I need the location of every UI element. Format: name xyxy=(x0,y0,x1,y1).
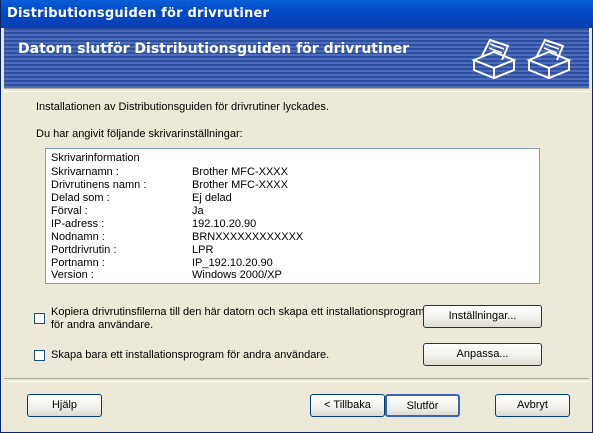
wizard-banner: Datorn slutför Distributionsguiden för d… xyxy=(4,28,589,88)
info-label: Förval : xyxy=(51,205,88,217)
customize-button[interactable]: Anpassa... xyxy=(423,343,542,366)
info-row: Nodnamn : BRNXXXXXXXXXXXX xyxy=(51,231,531,243)
copy-drivers-label-line2: för andra användare. xyxy=(51,319,154,331)
info-label: Nodnamn : xyxy=(51,231,105,243)
copy-drivers-label[interactable]: Kopiera drivrutinsfilerna till den här d… xyxy=(51,306,425,332)
banner-icons xyxy=(468,32,575,87)
info-label: Drivrutinens namn : xyxy=(51,179,147,191)
info-label: Skrivarnamn : xyxy=(51,166,119,178)
settings-intro: Du har angivit följande skrivarinställni… xyxy=(36,128,243,140)
info-value: Ja xyxy=(192,205,204,217)
copy-drivers-label-line1: Kopiera drivrutinsfilerna till den här d… xyxy=(51,306,425,318)
info-value: LPR xyxy=(192,244,214,256)
info-value: Windows 2000/XP xyxy=(192,269,282,281)
info-row: Delad som : Ej delad xyxy=(51,192,531,204)
info-row: Skrivarnamn : Brother MFC-XXXX xyxy=(51,166,531,178)
printer-icon xyxy=(471,38,517,80)
printer-icon xyxy=(526,38,572,80)
info-value: 192.10.20.90 xyxy=(192,218,257,230)
info-label: Portdrivrutin : xyxy=(51,244,117,256)
window-title: Distributionsguiden för drivrutiner xyxy=(7,6,270,21)
printer-info-header: Skrivarinformation xyxy=(51,152,140,164)
help-button[interactable]: Hjälp xyxy=(27,394,102,417)
info-value: Brother MFC-XXXX xyxy=(192,179,288,191)
info-row: Portnamn : IP_192.10.20.90 xyxy=(51,257,531,269)
info-row: Version : Windows 2000/XP xyxy=(51,269,531,281)
info-label: Portnamn : xyxy=(51,257,105,269)
wizard-window: Distributionsguiden för drivrutiner Dato… xyxy=(0,0,593,433)
create-only-label[interactable]: Skapa bara ett installationsprogram för … xyxy=(51,349,329,362)
copy-drivers-checkbox[interactable] xyxy=(34,313,45,324)
info-value: BRNXXXXXXXXXXXX xyxy=(192,231,304,243)
info-value: Brother MFC-XXXX xyxy=(192,166,288,178)
banner-divider xyxy=(4,88,589,92)
printer-info-box: Skrivarinformation Skrivarnamn : Brother … xyxy=(45,148,540,284)
info-value: IP_192.10.20.90 xyxy=(192,257,273,269)
info-row: Förval : Ja xyxy=(51,205,531,217)
success-message: Installationen av Distributionsguiden fö… xyxy=(36,101,329,113)
info-row: Drivrutinens namn : Brother MFC-XXXX xyxy=(51,179,531,191)
info-label: Delad som : xyxy=(51,192,110,204)
button-separator xyxy=(4,378,589,382)
back-button[interactable]: < Tillbaka xyxy=(310,394,385,417)
create-only-checkbox[interactable] xyxy=(34,350,45,361)
banner-heading: Datorn slutför Distributionsguiden för d… xyxy=(18,41,410,57)
info-row: IP-adress : 192.10.20.90 xyxy=(51,218,531,230)
finish-button[interactable]: Slutför xyxy=(385,394,460,417)
info-label: IP-adress : xyxy=(51,218,105,230)
title-bar[interactable]: Distributionsguiden för drivrutiner xyxy=(1,0,593,28)
info-value: Ej delad xyxy=(192,192,232,204)
info-label: Version : xyxy=(51,269,94,281)
settings-button[interactable]: Inställningar... xyxy=(423,305,542,328)
info-row: Portdrivrutin : LPR xyxy=(51,244,531,256)
cancel-button[interactable]: Avbryt xyxy=(495,394,570,417)
